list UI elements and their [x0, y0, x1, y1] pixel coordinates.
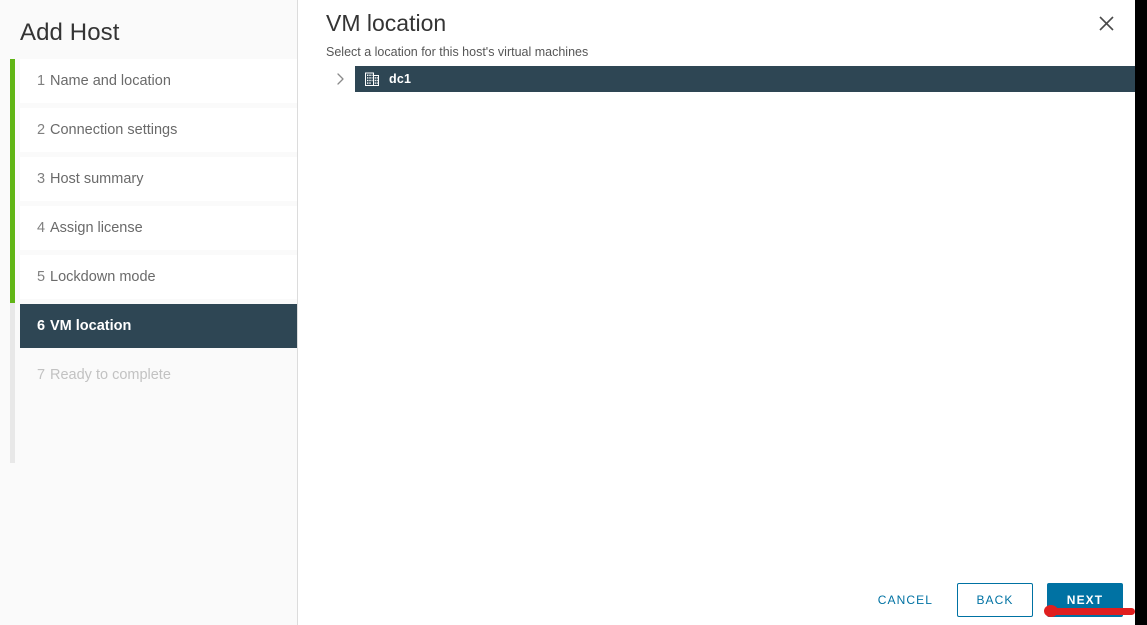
step-label: Host summary	[50, 171, 144, 187]
sidebar-step-ready-to-complete: 7 Ready to complete	[20, 353, 297, 397]
datacenter-icon	[365, 72, 379, 86]
tree-row[interactable]: dc1	[326, 66, 1135, 92]
step-number: 6	[37, 318, 46, 334]
close-icon-glyph	[1098, 15, 1114, 31]
step-label: Name and location	[50, 73, 171, 89]
red-underline-annotation	[1044, 605, 1135, 617]
step-number: 7	[37, 367, 46, 383]
close-icon[interactable]	[1093, 10, 1119, 36]
step-label: Ready to complete	[50, 367, 171, 383]
page-title: VM location	[326, 10, 447, 36]
step-label: Lockdown mode	[50, 269, 156, 285]
back-button[interactable]: BACK	[957, 583, 1033, 617]
sidebar-step-vm-location[interactable]: 6 VM location	[20, 304, 297, 348]
wizard-sidebar: Add Host 1 Name and location 2 Connectio…	[0, 0, 298, 625]
chevron-right-icon[interactable]	[326, 73, 355, 85]
progress-rail-completed	[10, 59, 15, 303]
vm-location-tree: dc1	[326, 66, 1135, 92]
right-edge-strip	[1135, 0, 1147, 625]
step-number: 2	[37, 122, 46, 138]
sidebar-step-host-summary[interactable]: 3 Host summary	[20, 157, 297, 201]
step-label: Connection settings	[50, 122, 178, 138]
step-number: 3	[37, 171, 46, 187]
step-number: 4	[37, 220, 46, 236]
sidebar-step-lockdown-mode[interactable]: 5 Lockdown mode	[20, 255, 297, 299]
page-subtitle: Select a location for this host's virtua…	[326, 45, 589, 59]
wizard-step-list: 1 Name and location 2 Connection setting…	[0, 59, 298, 463]
step-number: 5	[37, 269, 46, 285]
sidebar-step-name-and-location[interactable]: 1 Name and location	[20, 59, 297, 103]
sidebar-step-assign-license[interactable]: 4 Assign license	[20, 206, 297, 250]
step-label: VM location	[50, 318, 132, 334]
add-host-wizard: Add Host 1 Name and location 2 Connectio…	[0, 0, 1147, 625]
chevron-right-icon-glyph	[337, 73, 344, 85]
step-number: 1	[37, 73, 46, 89]
wizard-content-panel: VM location Select a location for this h…	[298, 0, 1135, 625]
sidebar-step-connection-settings[interactable]: 2 Connection settings	[20, 108, 297, 152]
step-label: Assign license	[50, 220, 143, 236]
cancel-button[interactable]: CANCEL	[868, 583, 943, 617]
tree-node-dc1[interactable]: dc1	[355, 66, 1135, 92]
progress-rail-remaining	[10, 303, 15, 463]
wizard-title: Add Host	[20, 19, 120, 46]
tree-node-label: dc1	[389, 72, 412, 86]
